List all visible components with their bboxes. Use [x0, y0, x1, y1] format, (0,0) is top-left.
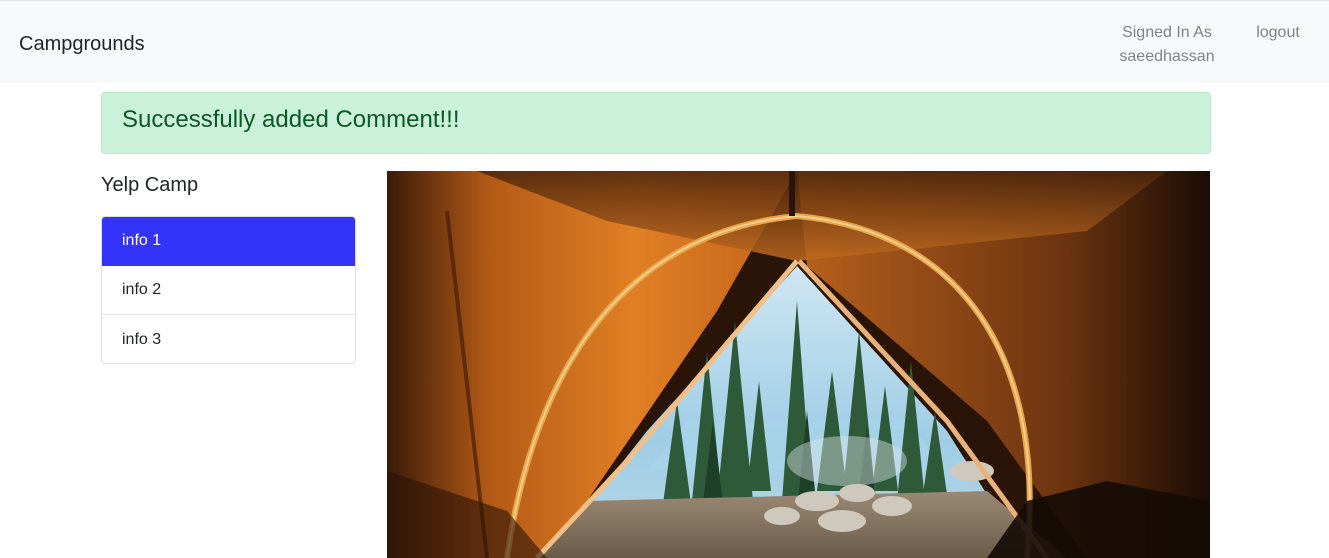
sidebar-item-label: info 1 — [122, 232, 162, 249]
sidebar-list: info 1 info 2 info 3 — [101, 216, 356, 364]
success-alert: Successfully added Comment!!! — [101, 92, 1211, 154]
alert-message: Successfully added Comment!!! — [122, 106, 460, 133]
sidebar-item-info-3[interactable]: info 3 — [102, 315, 355, 363]
signed-in-label: Signed In As — [1122, 24, 1212, 41]
sidebar-title: Yelp Camp — [101, 174, 199, 196]
sidebar-item-label: info 2 — [122, 281, 162, 298]
sidebar-item-info-1[interactable]: info 1 — [102, 217, 355, 266]
campground-image — [387, 171, 1210, 558]
logout-link[interactable]: logout — [1249, 21, 1307, 45]
signed-in-status: Signed In As saeedhassan — [1108, 21, 1226, 69]
sidebar-item-label: info 3 — [122, 330, 162, 348]
signed-in-username: saeedhassan — [1119, 48, 1215, 65]
brand-link[interactable]: Campgrounds — [19, 32, 145, 56]
sidebar-item-info-2[interactable]: info 2 — [102, 266, 355, 315]
navbar: Campgrounds Signed In As saeedhassan log… — [0, 1, 1329, 83]
